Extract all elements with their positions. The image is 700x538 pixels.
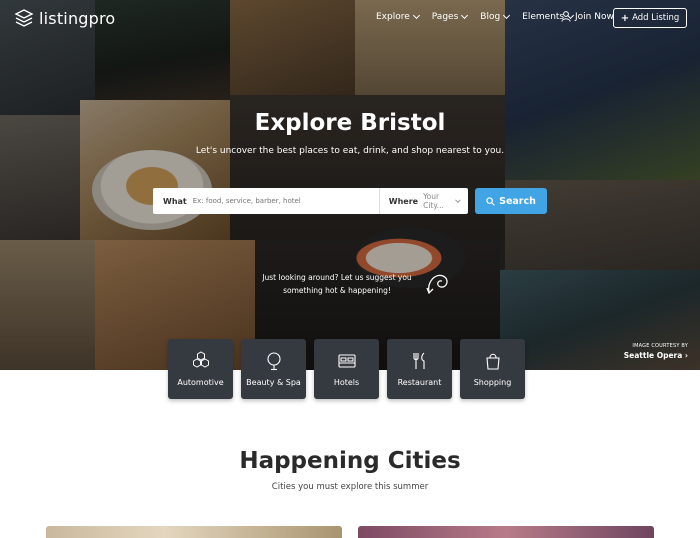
plus-icon: + [620,12,630,24]
search-button[interactable]: Search [475,188,547,214]
image-courtesy-link[interactable]: Seattle Opera › [618,351,688,360]
category-restaurant[interactable]: Restaurant [387,339,452,399]
logo-text: listingpro [39,8,116,28]
suggestion-text: Just looking around? Let us suggest you … [262,273,412,295]
join-now-label: Join Now [575,11,614,22]
category-hotels[interactable]: Hotels [314,339,379,399]
image-courtesy: IMAGE COURTESY BY Seattle Opera › [618,343,688,360]
category-label: Hotels [333,378,360,387]
category-label: Restaurant [397,378,442,387]
category-automotive[interactable]: Automotive [168,339,233,399]
layers-logo-icon [14,9,34,27]
section-title: Happening Cities [239,448,461,474]
main-menu: Explore Pages Blog Elements [376,11,586,22]
category-tiles: Automotive Beauty & Spa Hotels Restauran… [168,339,533,399]
menu-item-pages[interactable]: Pages [431,11,469,22]
chevron-down-icon [503,11,511,20]
search-bar: What Where Your City... [153,188,468,214]
category-beauty-spa[interactable]: Beauty & Spa [241,339,306,399]
category-shopping[interactable]: Shopping [460,339,525,399]
menu-item-label: Blog [480,12,501,22]
category-label: Shopping [473,378,512,387]
section-subtitle: Cities you must explore this summer [271,482,429,492]
top-navigation: listingpro Explore Pages Blog Elements J… [0,0,700,38]
category-label: Automotive [177,378,224,387]
search-icon [486,196,495,206]
curly-arrow-icon [426,274,448,295]
where-city-value: Your City... [423,192,444,210]
hero-subtitle: Let's uncover the best places to eat, dr… [195,146,505,156]
what-search-input[interactable] [192,197,343,205]
add-listing-label: Add Listing [632,13,680,23]
menu-item-label: Explore [376,12,410,22]
menu-item-blog[interactable]: Blog [480,11,511,22]
category-label: Beauty & Spa [246,378,301,387]
search-divider [378,188,380,214]
menu-item-explore[interactable]: Explore [376,11,420,22]
what-label: What [163,196,187,206]
city-card[interactable] [46,526,342,538]
add-listing-button[interactable]: + Add Listing [613,8,687,28]
where-label: Where [388,196,419,206]
where-city-select[interactable]: Your City... [423,192,468,210]
page-title: Explore Bristol [254,110,446,136]
user-icon [561,11,571,22]
shopping-bag-icon [485,353,500,370]
hexagons-icon [192,351,209,368]
join-now-link[interactable]: Join Now [561,11,614,22]
menu-item-label: Elements [522,12,565,22]
city-card[interactable] [358,526,654,538]
search-button-label: Search [499,195,536,207]
chevron-down-icon [461,11,469,20]
menu-item-label: Pages [431,12,459,22]
image-courtesy-label: IMAGE COURTESY BY [632,343,688,349]
hero-overlay [0,0,700,370]
mirror-icon [266,352,281,371]
chevron-down-icon [455,197,461,203]
chevron-down-icon [412,11,420,20]
cutlery-icon [412,352,425,369]
bed-icon [337,354,356,368]
hero-section: listingpro Explore Pages Blog Elements J… [0,0,700,370]
logo[interactable]: listingpro [14,8,115,28]
